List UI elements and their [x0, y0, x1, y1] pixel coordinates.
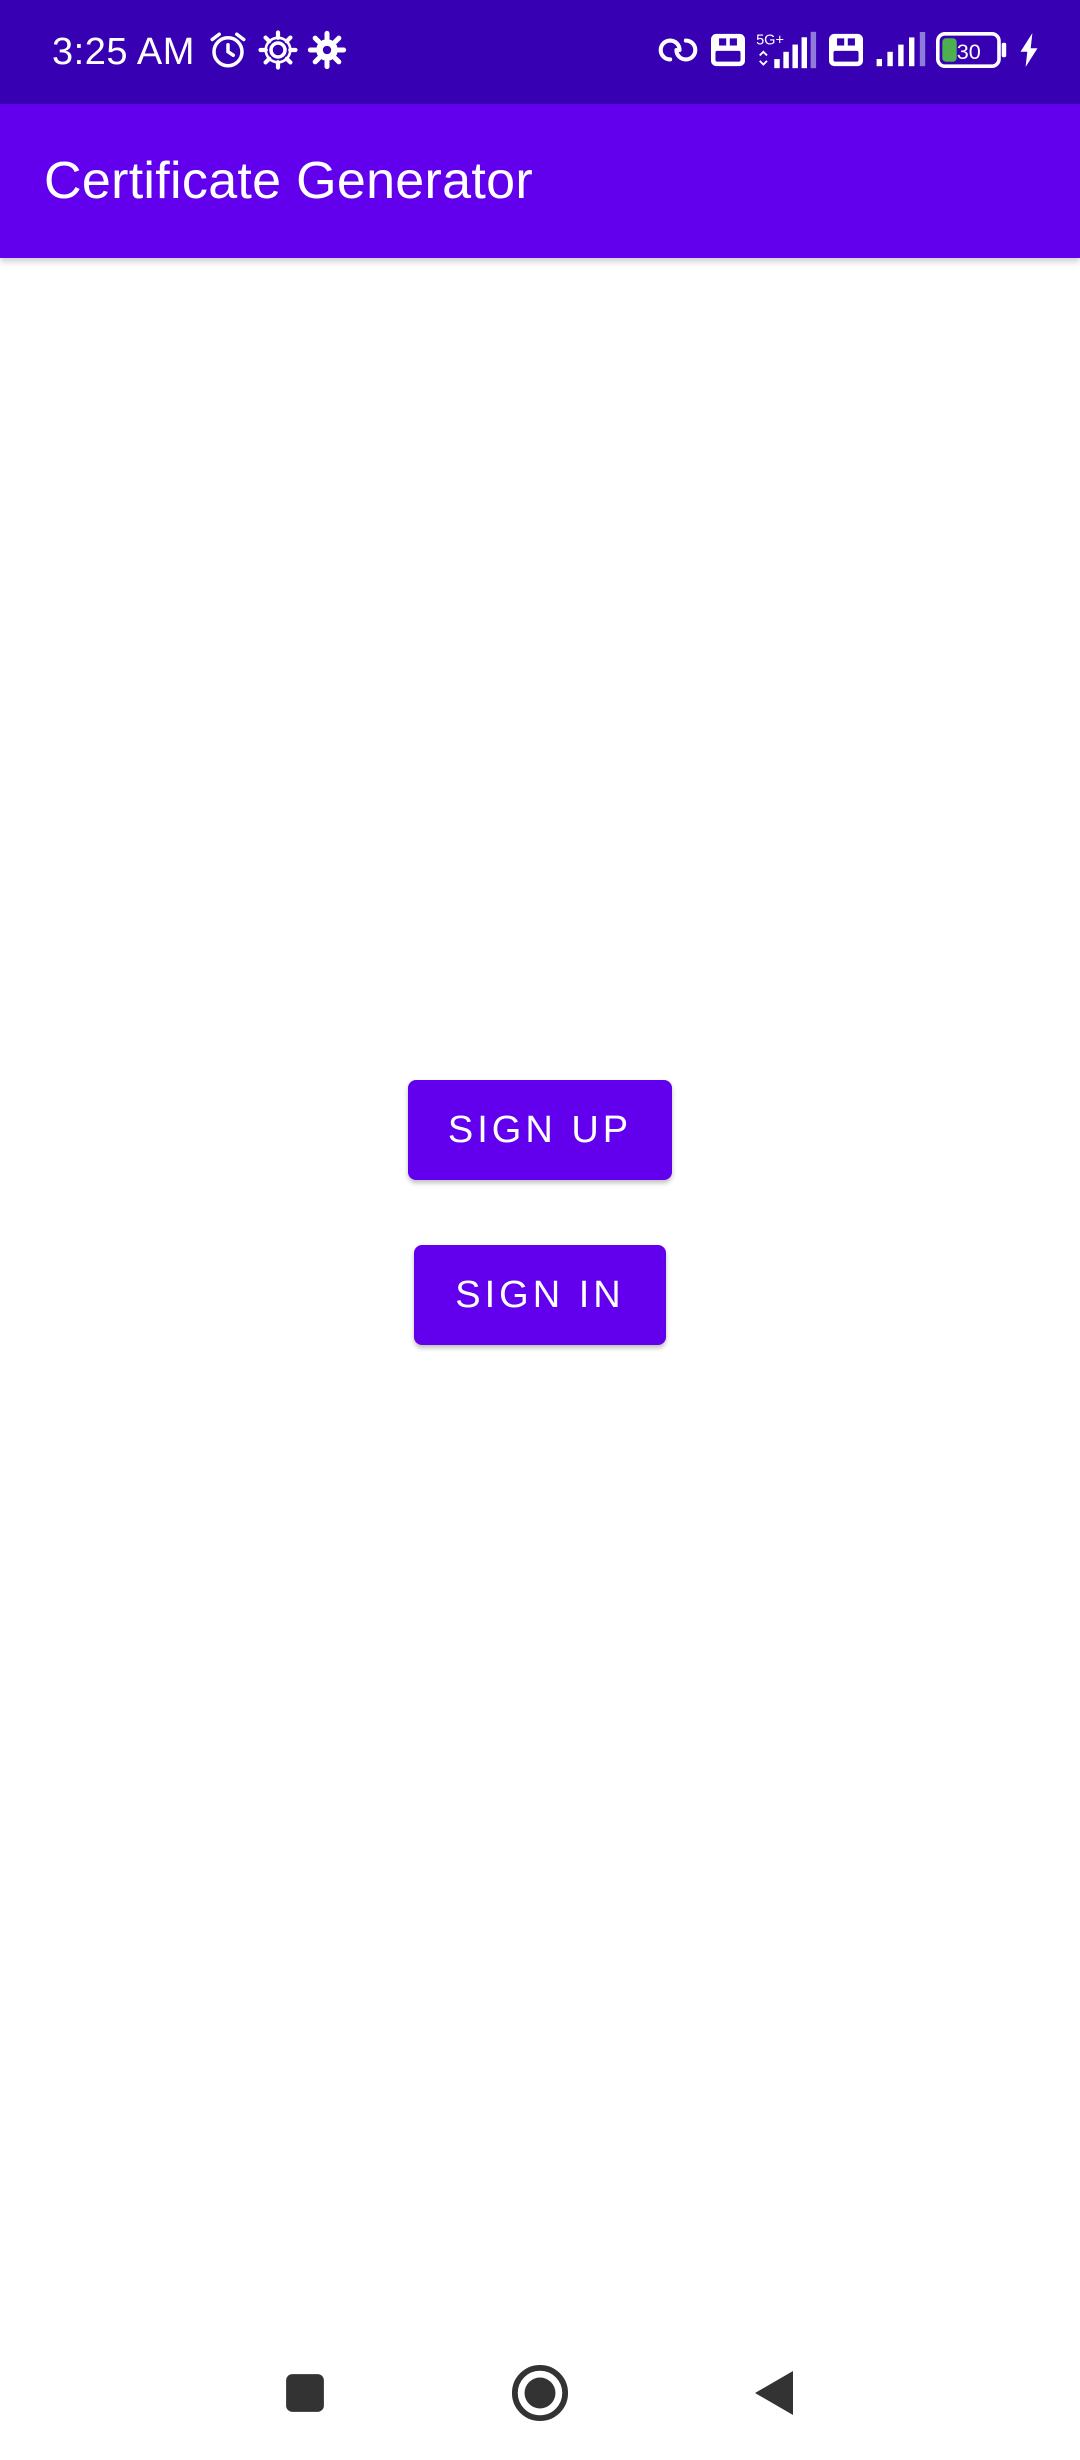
status-left: 3:25 AM [52, 0, 347, 104]
volte-icon [710, 33, 746, 72]
home-button[interactable] [480, 2330, 600, 2460]
back-button[interactable] [713, 2330, 833, 2460]
home-circle-icon [511, 2364, 569, 2427]
settings-gear-outline-icon [257, 29, 299, 76]
recents-button[interactable] [245, 2330, 365, 2460]
link-icon [656, 32, 700, 73]
status-right: 5G+ 30 [656, 0, 1040, 104]
svg-text:30: 30 [957, 39, 981, 64]
status-bar: 3:25 AM 5G+ 30 [0, 0, 1080, 104]
system-navigation-bar [0, 2330, 1080, 2460]
sign-in-button[interactable]: SIGN IN [414, 1245, 666, 1345]
sign-up-button[interactable]: SIGN UP [408, 1080, 672, 1180]
page-title: Certificate Generator [44, 152, 533, 210]
alarm-icon [207, 29, 249, 76]
signal-icon: 5G+ [756, 30, 818, 75]
charging-icon [1018, 32, 1040, 72]
battery-icon: 30 [936, 31, 1008, 73]
status-time: 3:25 AM [52, 30, 195, 73]
signal-icon [874, 31, 926, 73]
recents-square-icon [284, 2372, 326, 2419]
back-triangle-icon [751, 2369, 795, 2422]
svg-text:5G+: 5G+ [756, 32, 784, 48]
volte-icon [828, 33, 864, 72]
settings-gear-icon [307, 30, 347, 75]
app-bar: Certificate Generator [0, 104, 1080, 258]
